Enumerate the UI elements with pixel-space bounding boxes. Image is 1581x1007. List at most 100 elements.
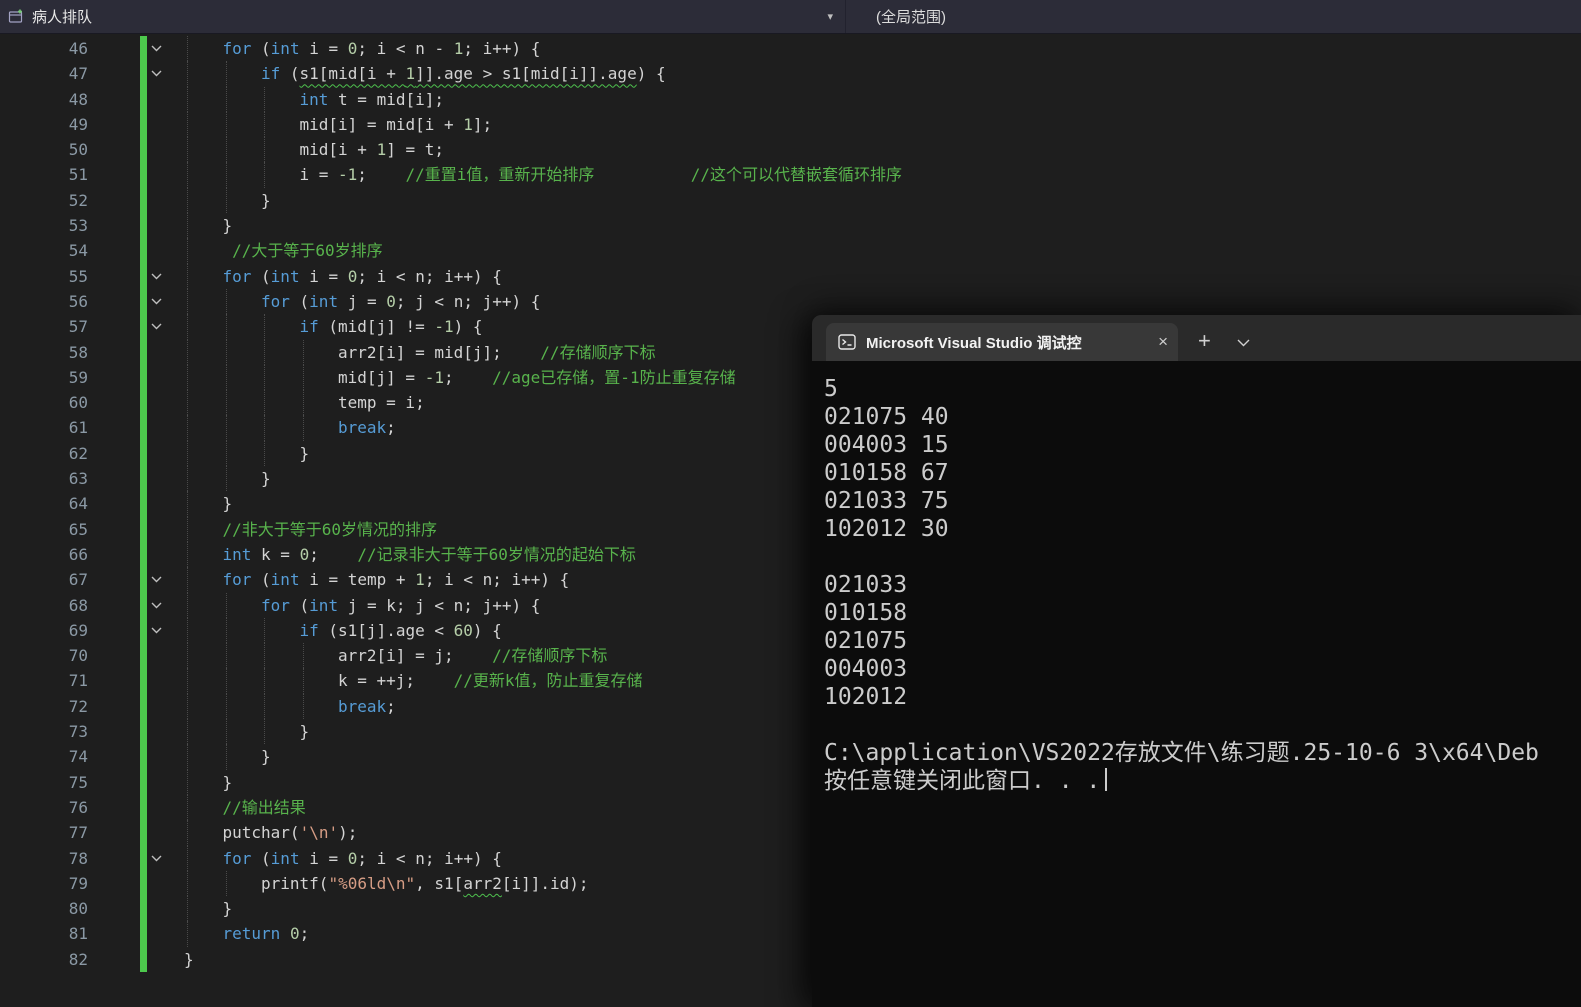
line-number[interactable]: 48 [0, 87, 88, 112]
line-number[interactable]: 51 [0, 162, 88, 187]
project-dropdown[interactable]: 病人排队 ▾ [0, 0, 845, 33]
tab-dropdown-icon[interactable] [1237, 339, 1250, 347]
breakpoint-margin[interactable] [88, 36, 140, 61]
line-number[interactable]: 61 [0, 415, 88, 440]
code-line[interactable]: 50 mid[i + 1] = t; [0, 137, 1581, 163]
breakpoint-margin[interactable] [88, 390, 140, 415]
fold-chevron-icon[interactable] [147, 618, 184, 643]
fold-chevron-icon[interactable] [147, 846, 184, 871]
line-number[interactable]: 64 [0, 491, 88, 516]
line-number[interactable]: 50 [0, 137, 88, 162]
code-line[interactable]: 54 //大于等于60岁排序 [0, 238, 1581, 264]
line-number[interactable]: 69 [0, 618, 88, 643]
line-number[interactable]: 59 [0, 365, 88, 390]
fold-chevron-icon[interactable] [147, 314, 184, 339]
line-number[interactable]: 63 [0, 466, 88, 491]
fold-chevron-icon[interactable] [147, 593, 184, 618]
line-number[interactable]: 68 [0, 593, 88, 618]
code-line[interactable]: 55 for (int i = 0; i < n; i++) { [0, 263, 1581, 289]
fold-chevron-icon[interactable] [147, 264, 184, 289]
line-number[interactable]: 47 [0, 61, 88, 86]
line-number[interactable]: 73 [0, 719, 88, 744]
breakpoint-margin[interactable] [88, 871, 140, 896]
new-tab-button[interactable]: + [1198, 330, 1211, 352]
line-number[interactable]: 67 [0, 567, 88, 592]
breakpoint-margin[interactable] [88, 694, 140, 719]
code-line[interactable]: 51 i = -1; //重置i值，重新开始排序 //这个可以代替嵌套循环排序 [0, 162, 1581, 188]
breakpoint-margin[interactable] [88, 542, 140, 567]
breakpoint-margin[interactable] [88, 643, 140, 668]
breakpoint-margin[interactable] [88, 466, 140, 491]
breakpoint-margin[interactable] [88, 162, 140, 187]
code-line[interactable]: 46 for (int i = 0; i < n - 1; i++) { [0, 36, 1581, 62]
line-number[interactable]: 57 [0, 314, 88, 339]
line-number[interactable]: 78 [0, 846, 88, 871]
breakpoint-margin[interactable] [88, 289, 140, 314]
breakpoint-margin[interactable] [88, 340, 140, 365]
line-number[interactable]: 58 [0, 340, 88, 365]
line-number[interactable]: 52 [0, 188, 88, 213]
breakpoint-margin[interactable] [88, 921, 140, 946]
breakpoint-margin[interactable] [88, 213, 140, 238]
breakpoint-margin[interactable] [88, 719, 140, 744]
fold-chevron-icon[interactable] [147, 61, 184, 86]
fold-chevron-icon[interactable] [147, 36, 184, 61]
line-number[interactable]: 49 [0, 112, 88, 137]
line-number[interactable]: 56 [0, 289, 88, 314]
breakpoint-margin[interactable] [88, 567, 140, 592]
line-number[interactable]: 60 [0, 390, 88, 415]
line-number[interactable]: 54 [0, 238, 88, 263]
breakpoint-margin[interactable] [88, 491, 140, 516]
breakpoint-margin[interactable] [88, 795, 140, 820]
breakpoint-margin[interactable] [88, 264, 140, 289]
breakpoint-margin[interactable] [88, 593, 140, 618]
code-line[interactable]: 49 mid[i] = mid[i + 1]; [0, 111, 1581, 138]
line-number[interactable]: 55 [0, 264, 88, 289]
breakpoint-margin[interactable] [88, 61, 140, 86]
line-number[interactable]: 80 [0, 896, 88, 921]
line-number[interactable]: 66 [0, 542, 88, 567]
breakpoint-margin[interactable] [88, 618, 140, 643]
line-number[interactable]: 62 [0, 441, 88, 466]
line-number[interactable]: 79 [0, 871, 88, 896]
breakpoint-margin[interactable] [88, 112, 140, 137]
line-number[interactable]: 75 [0, 770, 88, 795]
close-tab-icon[interactable]: × [1158, 332, 1168, 352]
breakpoint-margin[interactable] [88, 947, 140, 972]
fold-chevron-icon[interactable] [147, 289, 184, 314]
code-line[interactable]: 53} [0, 213, 1581, 239]
line-number[interactable]: 70 [0, 643, 88, 668]
code-line[interactable]: 56 for (int j = 0; j < n; j++) { [0, 288, 1581, 315]
line-number[interactable]: 53 [0, 213, 88, 238]
breakpoint-margin[interactable] [88, 517, 140, 542]
breakpoint-margin[interactable] [88, 744, 140, 769]
line-number[interactable]: 46 [0, 36, 88, 61]
breakpoint-margin[interactable] [88, 415, 140, 440]
line-number[interactable]: 71 [0, 668, 88, 693]
line-number[interactable]: 72 [0, 694, 88, 719]
breakpoint-margin[interactable] [88, 365, 140, 390]
line-number[interactable]: 65 [0, 517, 88, 542]
breakpoint-margin[interactable] [88, 441, 140, 466]
line-number[interactable]: 76 [0, 795, 88, 820]
breakpoint-margin[interactable] [88, 137, 140, 162]
scope-dropdown[interactable]: (全局范围) [845, 0, 1581, 33]
code-line[interactable]: 52} [0, 187, 1581, 214]
breakpoint-margin[interactable] [88, 238, 140, 263]
console-output[interactable]: 5 021075 40 004003 15 010158 67 021033 75 102… [812, 361, 1581, 1007]
breakpoint-margin[interactable] [88, 846, 140, 871]
terminal-tab[interactable]: Microsoft Visual Studio 调试控 × [826, 323, 1178, 361]
breakpoint-margin[interactable] [88, 314, 140, 339]
line-number[interactable]: 82 [0, 947, 88, 972]
line-number[interactable]: 74 [0, 744, 88, 769]
line-number[interactable]: 77 [0, 820, 88, 845]
code-line[interactable]: 47 if (s1[mid[i + 1]].age > s1[mid[i]].ag… [0, 61, 1581, 87]
breakpoint-margin[interactable] [88, 770, 140, 795]
breakpoint-margin[interactable] [88, 668, 140, 693]
line-number[interactable]: 81 [0, 921, 88, 946]
breakpoint-margin[interactable] [88, 896, 140, 921]
code-line[interactable]: 48 int t = mid[i]; [0, 86, 1581, 112]
breakpoint-margin[interactable] [88, 820, 140, 845]
breakpoint-margin[interactable] [88, 188, 140, 213]
fold-chevron-icon[interactable] [147, 567, 184, 592]
